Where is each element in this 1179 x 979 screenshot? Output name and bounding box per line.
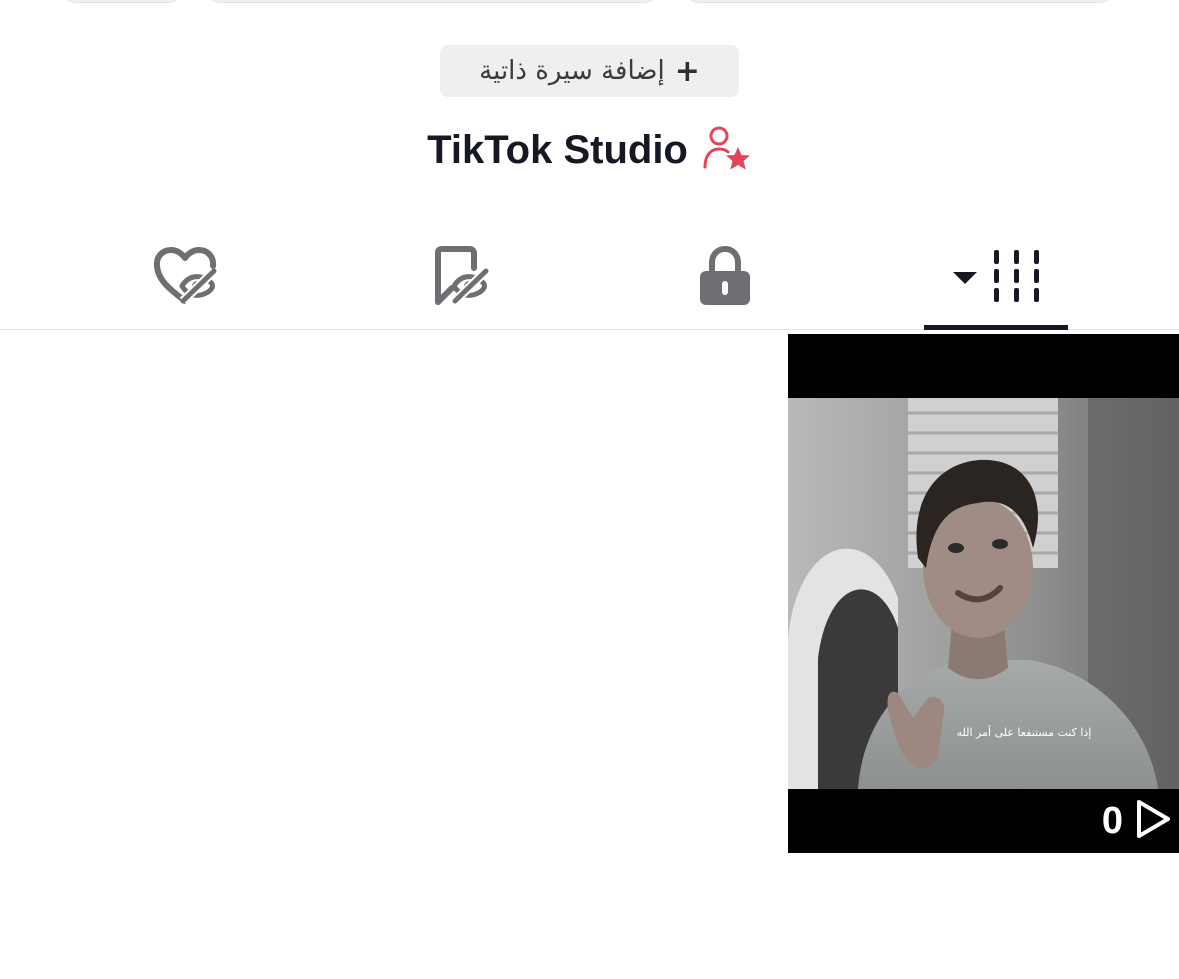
heart-eye-off-icon [152,246,218,310]
tiktok-studio-label: TikTok Studio [427,127,688,172]
lock-icon [698,245,752,311]
profile-page: + إضافة سيرة ذاتية TikTok Studio إذا كنت… [0,0,1179,979]
bookmark-eye-off-icon [430,246,490,310]
play-outline-icon [1135,799,1171,843]
grid-dropdown-icon [951,248,1041,308]
tab-liked[interactable] [110,228,260,328]
view-count: 0 [1102,799,1171,843]
tab-videos[interactable] [924,228,1068,328]
tiktok-studio-link[interactable]: TikTok Studio [0,120,1179,180]
active-tab-indicator [924,325,1068,330]
top-button-middle[interactable] [205,0,660,3]
add-bio-label: إضافة سيرة ذاتية [479,56,665,86]
tab-favorites[interactable] [385,228,535,328]
tab-private[interactable] [650,228,800,328]
video-tile[interactable]: إذا كنت مستنفعا على أمر الله 0 [788,334,1179,853]
plus-icon: + [674,53,700,89]
video-subtitle: إذا كنت مستنفعا على أمر الله [957,725,1092,739]
video-thumbnail: إذا كنت مستنفعا على أمر الله [788,398,1179,789]
add-bio-button[interactable]: + إضافة سيرة ذاتية [440,45,739,97]
top-button-left[interactable] [60,0,184,3]
view-count-value: 0 [1101,799,1123,842]
user-star-icon [702,125,752,175]
top-button-right[interactable] [683,0,1115,3]
